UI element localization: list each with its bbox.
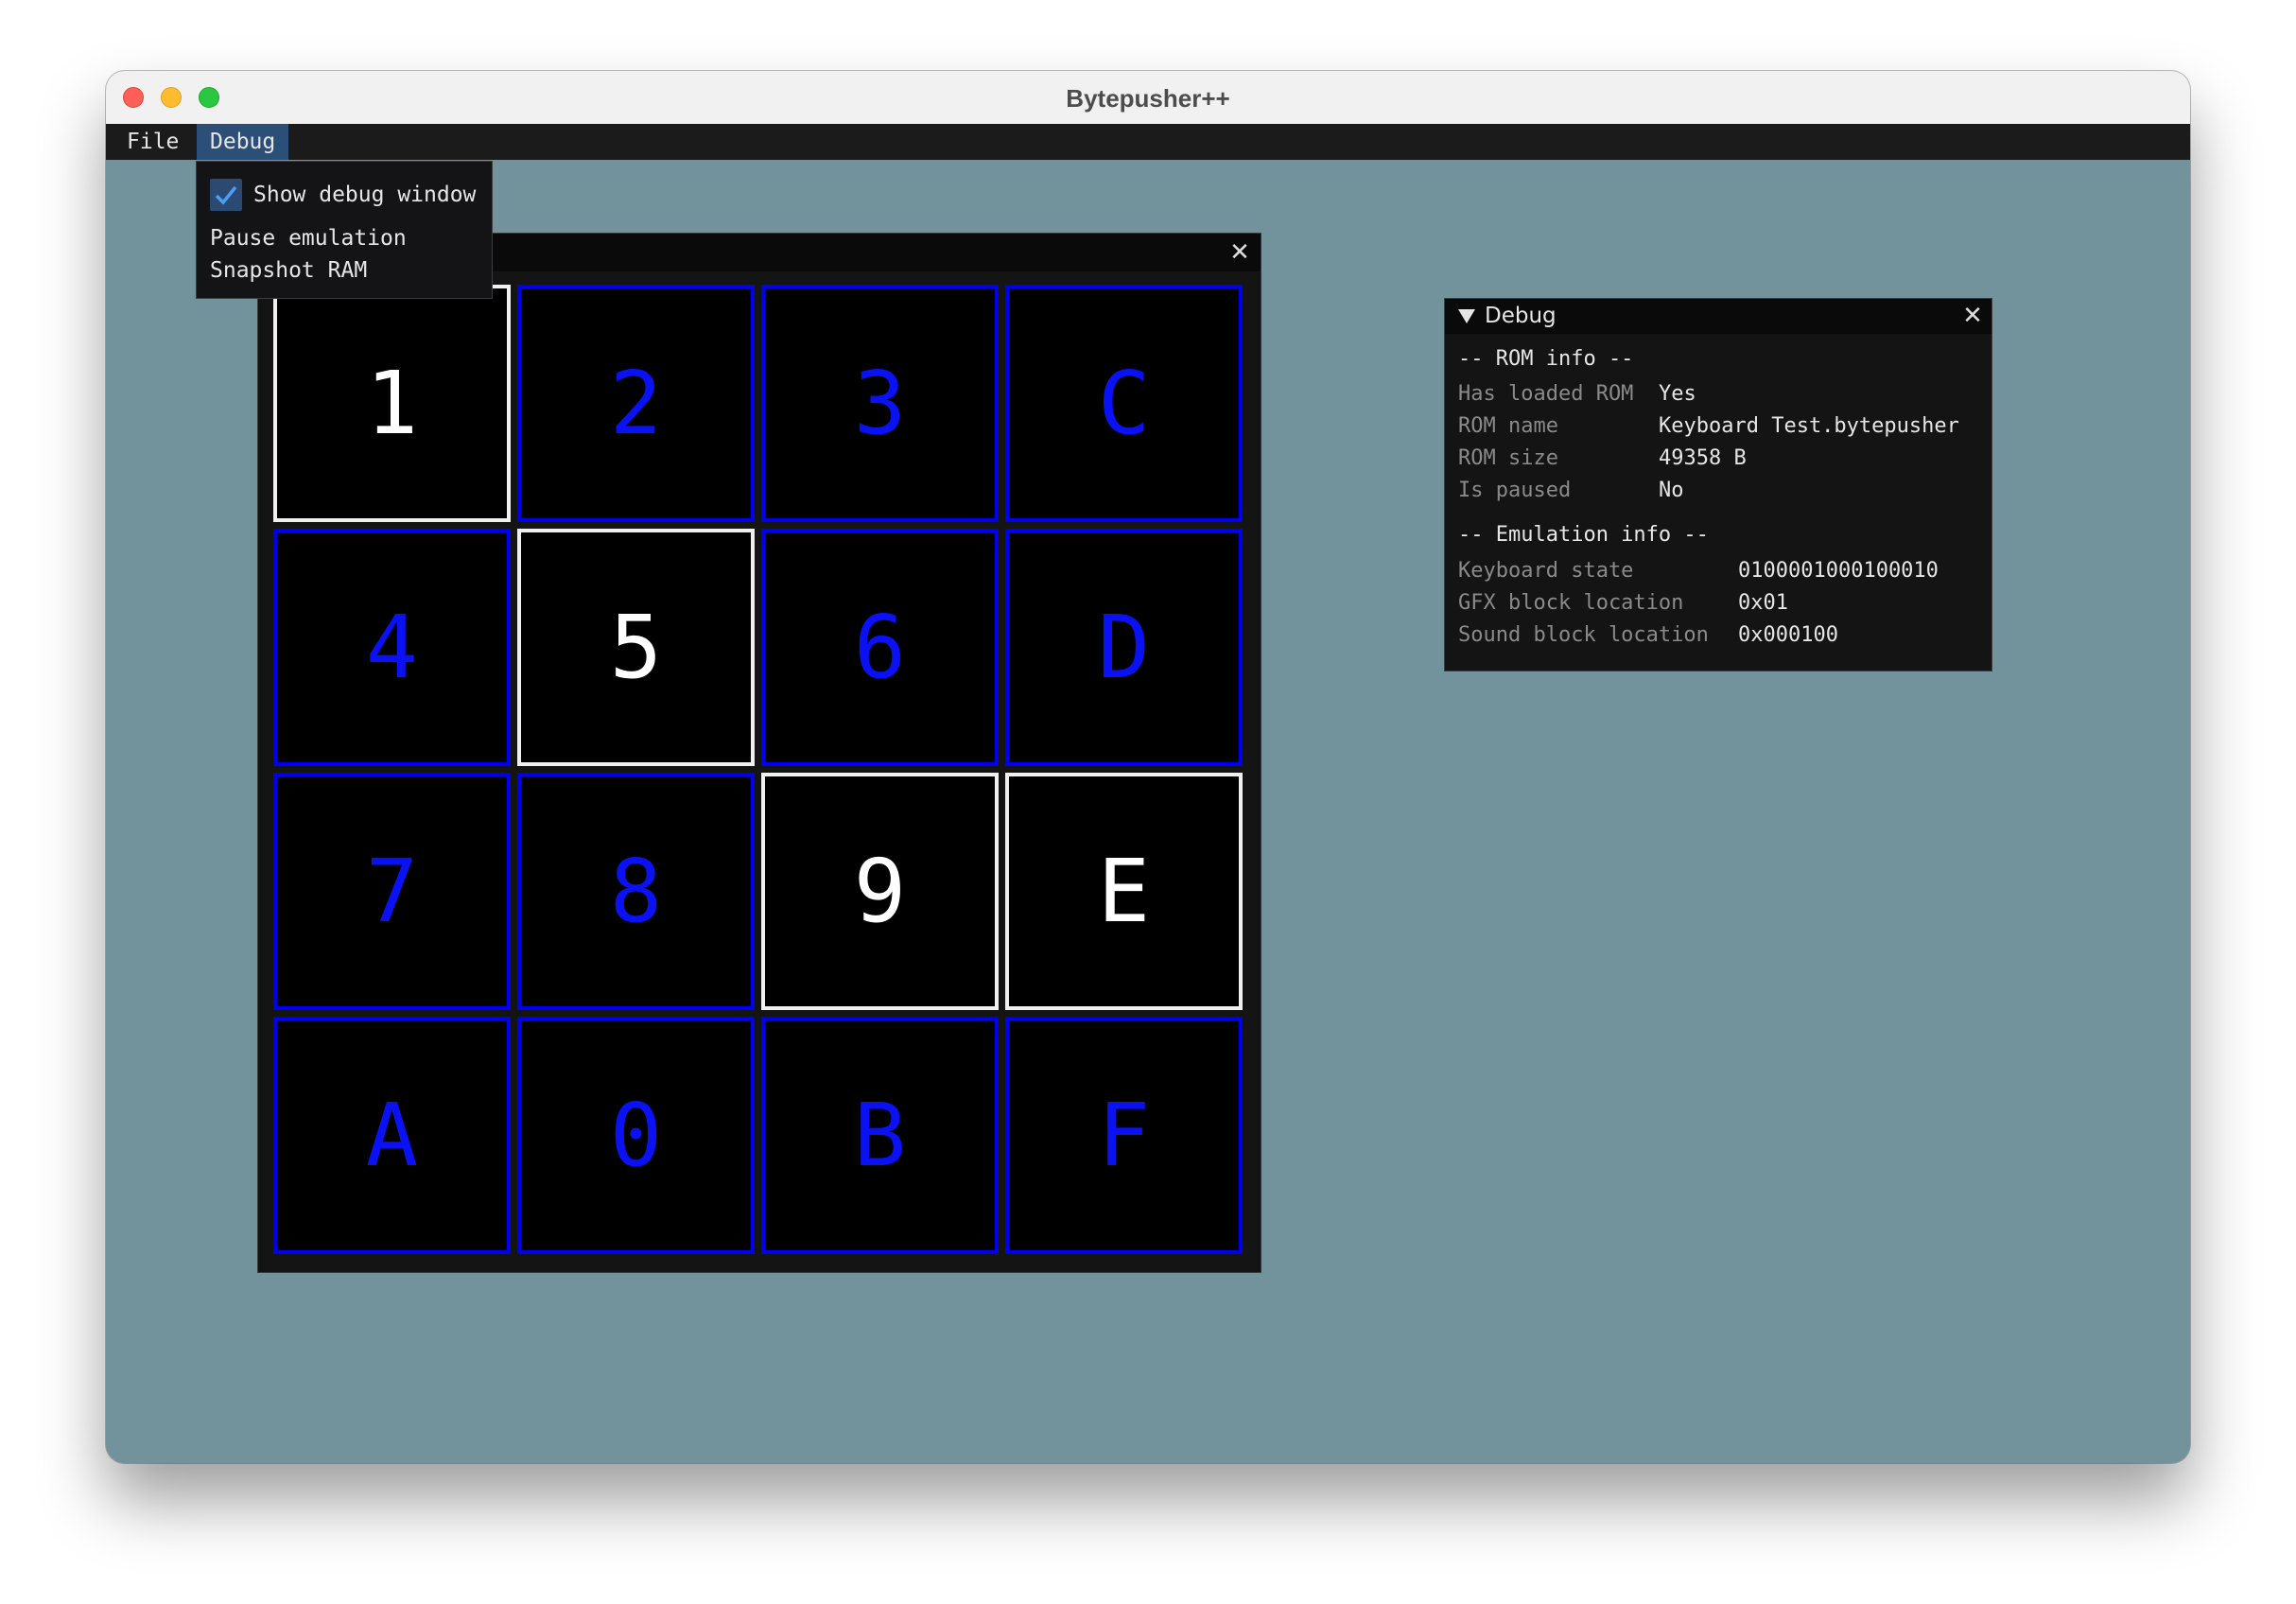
info-label: GFX block location <box>1458 591 1684 615</box>
debug-window-titlebar[interactable]: Debug ✕ <box>1445 299 1992 334</box>
info-label: Sound block location <box>1458 623 1709 647</box>
info-value: 0100001000100010 <box>1738 559 1939 583</box>
keypad-key[interactable]: B <box>761 1017 999 1254</box>
info-value: Yes <box>1659 382 1696 406</box>
info-label: ROM name <box>1458 414 1558 438</box>
keypad-key[interactable]: D <box>1005 529 1243 766</box>
keypad-key[interactable]: 0 <box>517 1017 755 1254</box>
app-window: Bytepusher++ File Debug er ✕ 123C456D789… <box>106 71 2190 1463</box>
debug-window-title: Debug <box>1485 304 1557 328</box>
keypad-close-icon[interactable]: ✕ <box>1226 239 1253 266</box>
keypad-key[interactable]: 6 <box>761 529 999 766</box>
keypad-key[interactable]: 8 <box>517 773 755 1010</box>
info-value: 0x01 <box>1738 591 1788 615</box>
debug-close-icon[interactable]: ✕ <box>1959 303 1986 329</box>
show-debug-window-label: Show debug window <box>253 183 477 207</box>
menu-debug[interactable]: Debug <box>197 124 289 160</box>
emulation-info-header: -- Emulation info -- <box>1458 523 1709 547</box>
keypad-key[interactable]: 3 <box>761 285 999 522</box>
info-value: 49358 B <box>1659 446 1747 470</box>
info-value: Keyboard Test.bytepusher <box>1659 414 1959 438</box>
show-debug-window-checkbox[interactable] <box>210 179 242 211</box>
keypad-key[interactable]: 5 <box>517 529 755 766</box>
keypad-key[interactable]: 7 <box>273 773 511 1010</box>
keypad-grid: 123C 456D 789E A0BF <box>273 285 1253 1259</box>
snapshot-ram-item[interactable]: Snapshot RAM <box>210 258 367 283</box>
window-title: Bytepusher++ <box>1066 84 1230 113</box>
pause-emulation-item[interactable]: Pause emulation <box>210 226 407 251</box>
keypad-key[interactable]: A <box>273 1017 511 1254</box>
info-label: Keyboard state <box>1458 559 1634 583</box>
menu-bar: File Debug <box>106 124 2190 160</box>
keypad-key[interactable]: C <box>1005 285 1243 522</box>
info-label: Is paused <box>1458 479 1572 502</box>
debug-menu-dropdown: Show debug window Pause emulation Snapsh… <box>196 161 493 299</box>
rom-info-header: -- ROM info -- <box>1458 347 1634 371</box>
keypad-window: er ✕ 123C456D789EA0BF <box>257 233 1261 1273</box>
title-bar: Bytepusher++ <box>106 71 2190 125</box>
keypad-key[interactable]: 2 <box>517 285 755 522</box>
debug-window: Debug ✕ -- ROM info -- Has loaded ROM Yes… <box>1444 298 1992 671</box>
checkmark-icon <box>215 185 237 205</box>
keypad-key[interactable]: F <box>1005 1017 1243 1254</box>
info-label: ROM size <box>1458 446 1558 470</box>
info-label: Has loaded ROM <box>1458 382 1634 406</box>
collapse-triangle-icon[interactable] <box>1458 309 1475 323</box>
info-value: 0x000100 <box>1738 623 1838 647</box>
keypad-key[interactable]: 1 <box>273 285 511 522</box>
info-value: No <box>1659 479 1684 502</box>
keypad-key[interactable]: 9 <box>761 773 999 1010</box>
keypad-key[interactable]: 4 <box>273 529 511 766</box>
menu-file[interactable]: File <box>113 124 192 160</box>
keypad-key[interactable]: E <box>1005 773 1243 1010</box>
